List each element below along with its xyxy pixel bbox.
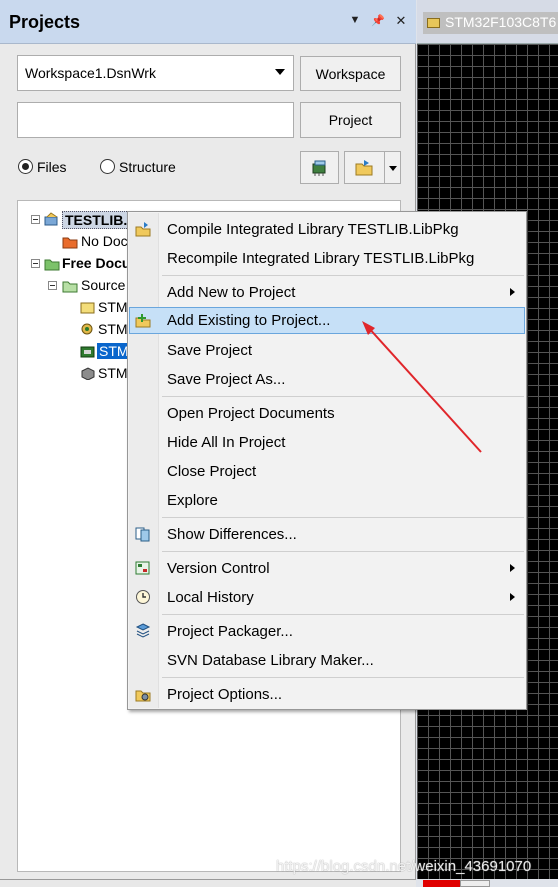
- pcb-lib-icon: [80, 346, 95, 358]
- menu-item-open-documents[interactable]: Open Project Documents: [129, 400, 525, 427]
- radio-dot: [22, 163, 29, 170]
- folder-add-icon: [355, 160, 373, 176]
- schematic-lib-icon: [427, 18, 440, 28]
- document-tab[interactable]: STM32F103C8T6: [423, 12, 558, 34]
- radio-circle: [18, 159, 33, 174]
- radio-circle: [100, 159, 115, 174]
- add-document-button[interactable]: [344, 151, 384, 184]
- add-existing-icon: [135, 314, 151, 328]
- project-button[interactable]: Project: [300, 102, 401, 138]
- project-input[interactable]: [17, 102, 294, 138]
- submenu-arrow-icon: [510, 593, 515, 601]
- submenu-arrow-icon: [510, 564, 515, 572]
- compile-icon: [312, 160, 326, 176]
- menu-item-svn-maker[interactable]: SVN Database Library Maker...: [129, 647, 525, 674]
- folder-icon: [44, 259, 60, 271]
- menu-item-label: Save Project As...: [167, 371, 286, 388]
- menu-item-version-control[interactable]: Version Control: [129, 555, 525, 582]
- collapse-icon[interactable]: [31, 259, 40, 268]
- radio-files-label: Files: [37, 159, 67, 175]
- folder-icon: [62, 237, 78, 249]
- menu-item-project-options[interactable]: Project Options...: [129, 681, 525, 708]
- no-doc-label: No Doc: [81, 233, 128, 249]
- menu-item-hide-all[interactable]: Hide All In Project: [129, 429, 525, 456]
- menu-item-label: Local History: [167, 589, 254, 606]
- menu-item-close-project[interactable]: Close Project: [129, 458, 525, 485]
- pin-icon[interactable]: 📌: [371, 14, 385, 27]
- menu-item-compile[interactable]: Compile Integrated Library TESTLIB.LibPk…: [129, 216, 525, 243]
- menu-item-add-new[interactable]: Add New to Project: [129, 279, 525, 306]
- menu-item-explore[interactable]: Explore: [129, 487, 525, 514]
- submenu-arrow-icon: [510, 288, 515, 296]
- menu-item-label: Explore: [167, 492, 218, 509]
- menu-item-label: Save Project: [167, 342, 253, 359]
- folder-icon: [62, 281, 78, 293]
- watermark: https://blog.csdn.net/weixin_43691070: [276, 858, 532, 875]
- document-tab-label: STM32F103C8T6: [445, 14, 557, 30]
- menu-item-save-project[interactable]: Save Project: [129, 337, 525, 364]
- menu-item-save-project-as[interactable]: Save Project As...: [129, 366, 525, 393]
- menu-item-local-history[interactable]: Local History: [129, 584, 525, 611]
- menu-separator: [162, 517, 524, 518]
- menu-item-label: Open Project Documents: [167, 405, 335, 422]
- gear-icon: [81, 323, 93, 335]
- menu-item-label: Project Packager...: [167, 623, 293, 640]
- menu-item-label: Show Differences...: [167, 526, 297, 543]
- workspace-combo[interactable]: Workspace1.DsnWrk: [17, 55, 294, 91]
- menu-item-label: Compile Integrated Library TESTLIB.LibPk…: [167, 221, 459, 238]
- file-label: STM: [98, 321, 128, 337]
- collapse-icon[interactable]: [31, 215, 40, 224]
- menu-item-label: Version Control: [167, 560, 270, 577]
- version-control-icon: [135, 561, 150, 575]
- chevron-down-icon: [389, 166, 397, 171]
- add-document-dropdown[interactable]: [384, 151, 401, 184]
- panel-title: Projects: [9, 12, 81, 32]
- status-indicator: [423, 880, 460, 887]
- schematic-lib-icon: [80, 302, 95, 314]
- file-label: STM: [98, 299, 128, 315]
- menu-item-label: Project Options...: [167, 686, 283, 703]
- menu-item-label: Recompile Integrated Library TESTLIB.Lib…: [167, 250, 475, 267]
- workspace-button[interactable]: Workspace: [300, 56, 401, 91]
- radio-structure-label: Structure: [119, 159, 176, 175]
- 3d-model-icon: [81, 367, 95, 380]
- packager-icon: [135, 623, 151, 638]
- chevron-down-icon: [275, 69, 285, 75]
- panel-bottom-tabs: [0, 879, 416, 887]
- options-icon: [135, 690, 151, 702]
- compile-button[interactable]: [300, 151, 339, 184]
- menu-item-label: SVN Database Library Maker...: [167, 652, 374, 669]
- file-label: STM: [98, 365, 128, 381]
- collapse-icon[interactable]: [48, 281, 57, 290]
- menu-separator: [162, 677, 524, 678]
- library-package-icon: [44, 212, 58, 226]
- panel-header: Projects ▼ 📌 ✕: [0, 0, 416, 44]
- menu-separator: [162, 396, 524, 397]
- differences-icon: [135, 527, 150, 542]
- file-label: STM: [97, 343, 131, 359]
- menu-item-project-packager[interactable]: Project Packager...: [129, 618, 525, 645]
- close-icon[interactable]: ✕: [394, 13, 408, 29]
- menu-item-label: Add New to Project: [167, 284, 296, 301]
- menu-item-label: Close Project: [167, 463, 257, 480]
- workspace-combo-value: Workspace1.DsnWrk: [25, 65, 156, 81]
- menu-item-add-existing[interactable]: Add Existing to Project...: [129, 307, 525, 334]
- menu-item-label: Hide All In Project: [167, 434, 286, 451]
- menu-item-show-differences[interactable]: Show Differences...: [129, 521, 525, 548]
- status-indicator: [460, 880, 490, 887]
- menu-separator: [162, 614, 524, 615]
- history-icon: [136, 590, 150, 604]
- menu-separator: [162, 275, 524, 276]
- context-menu: Compile Integrated Library TESTLIB.LibPk…: [127, 211, 527, 710]
- menu-item-recompile[interactable]: Recompile Integrated Library TESTLIB.Lib…: [129, 245, 525, 272]
- free-docs-label: Free Docu: [62, 255, 131, 271]
- menu-separator: [162, 551, 524, 552]
- panel-menu-icon[interactable]: ▼: [348, 14, 362, 26]
- menu-item-label: Add Existing to Project...: [167, 312, 331, 329]
- source-label: Source: [81, 277, 126, 293]
- compile-icon: [135, 222, 151, 237]
